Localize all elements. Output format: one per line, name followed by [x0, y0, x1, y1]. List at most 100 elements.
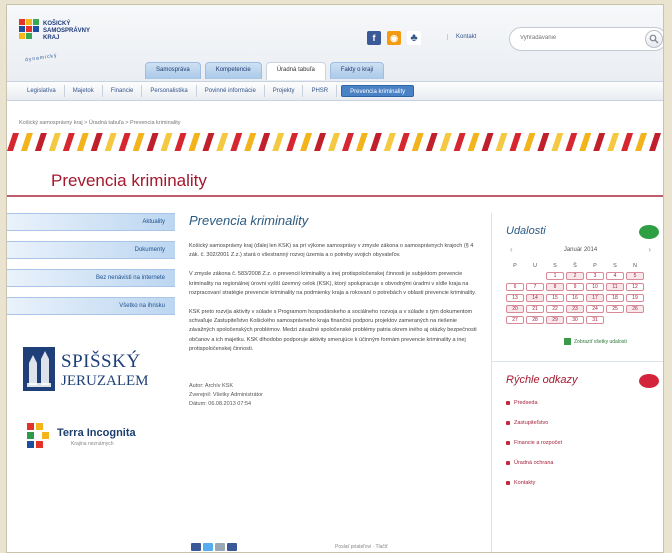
tab-samosprava[interactable]: Samospráva [145, 62, 201, 79]
calendar-header: ‹ Január 2014 › [506, 246, 655, 254]
calendar-day[interactable]: 5 [626, 272, 644, 280]
calendar-prev-icon[interactable]: ‹ [510, 246, 513, 254]
page-banner: Prevencia kriminality [7, 133, 663, 205]
subnav-phsr[interactable]: PHSR [303, 85, 338, 97]
spissky-jeruzalem-banner[interactable]: SPIŠSKÝ JERUZALEM [19, 343, 165, 395]
subnav-financie[interactable]: Financie [103, 85, 143, 97]
browser-page: KOŠICKÝ SAMOSPRÁVNY KRAJ dynamický f ◉ ♣… [6, 4, 664, 553]
calendar-day[interactable]: 2 [566, 272, 584, 280]
logo-line-1: KOŠICKÝ [43, 21, 71, 27]
calendar-day-name: N [633, 263, 637, 269]
search-box [509, 27, 663, 51]
calendar-day[interactable]: 18 [606, 294, 624, 302]
facebook-icon[interactable]: f [367, 31, 381, 45]
calendar-day[interactable]: 29 [546, 316, 564, 324]
calendar-day[interactable]: 21 [526, 305, 544, 313]
subnav-prevencia-kriminality[interactable]: Prevencia kriminality [341, 85, 415, 97]
article-paragraph: V zmysle zákona č. 583/2008 Z.z. o preve… [189, 271, 476, 296]
tab-kompetencie[interactable]: Kompetencie [204, 62, 262, 79]
main-tabs: Samospráva Kompetencie Úradná tabuľa Fak… [145, 62, 385, 80]
quick-link-zastupitelstvo[interactable]: Zastupiteľstvo [506, 420, 655, 426]
site-header: KOŠICKÝ SAMOSPRÁVNY KRAJ dynamický f ◉ ♣… [7, 5, 663, 85]
quick-link-kontakty[interactable]: Kontakty [506, 480, 655, 486]
calendar-day-name: U [533, 263, 537, 269]
article: Prevencia kriminality Košický samosprávn… [185, 213, 485, 551]
calendar-day[interactable]: 24 [586, 305, 604, 313]
sidebar-item-bez-nenavisti[interactable]: Bez nenávisti na internete [7, 269, 175, 287]
events-title: Udalosti [506, 225, 546, 237]
logo-text: KOŠICKÝ SAMOSPRÁVNY KRAJ [43, 21, 90, 42]
banner-divider [7, 195, 663, 197]
calendar-day[interactable]: 23 [566, 305, 584, 313]
calendar-day[interactable]: 19 [626, 294, 644, 302]
calendar-day[interactable]: 7 [526, 283, 544, 291]
subnav-personalistika[interactable]: Personalistika [142, 85, 197, 97]
calendar-day[interactable]: 30 [566, 316, 584, 324]
sub-navigation: Legislatíva Majetok Financie Personalist… [7, 81, 663, 101]
calendar-day-name: P [593, 263, 597, 269]
search-icon [649, 34, 659, 44]
tab-fakty-o-kraji[interactable]: Fakty o kraji [329, 62, 385, 79]
subnav-povinne-informacie[interactable]: Povinné informácie [197, 85, 265, 97]
calendar-day[interactable]: 11 [606, 283, 624, 291]
quick-link-predseda[interactable]: Predseda [506, 400, 655, 406]
calendar-day[interactable]: 16 [566, 294, 584, 302]
terra-incognita-subtitle: Krajina neznámych [71, 441, 114, 447]
facebook-share-icon[interactable] [191, 543, 201, 551]
sidebar-item-dokumenty[interactable]: Dokumenty [7, 241, 175, 259]
ksk-logo[interactable]: KOŠICKÝ SAMOSPRÁVNY KRAJ dynamický [19, 19, 129, 71]
terra-incognita-text: Terra Incognita [57, 427, 136, 439]
contact-link[interactable]: Kontakt [447, 34, 476, 40]
article-paragraph: Košický samosprávny kraj (ďalej len KSK)… [189, 243, 474, 259]
subnav-legislativa[interactable]: Legislatíva [19, 85, 65, 97]
calendar-day[interactable]: 31 [586, 316, 604, 324]
events-widget: Udalosti ‹ Január 2014 › PUSŠPSN12345678… [492, 213, 663, 345]
calendar-day[interactable]: 27 [506, 316, 524, 324]
page-title: Prevencia kriminality [51, 171, 207, 190]
calendar-day[interactable]: 15 [546, 294, 564, 302]
quick-link-uradna-ochrana[interactable]: Úradná ochrana [506, 460, 655, 466]
sidebar-item-aktuality[interactable]: Aktuality [7, 213, 175, 231]
calendar-day[interactable]: 3 [586, 272, 604, 280]
sidebar-item-vsetko-na-ihrisku[interactable]: Všetko na ihrisku [7, 297, 175, 315]
article-title: Prevencia kriminality [189, 213, 309, 228]
calendar-day[interactable]: 28 [526, 316, 544, 324]
calendar-day[interactable]: 14 [526, 294, 544, 302]
share-icon[interactable] [227, 543, 237, 551]
subnav-majetok[interactable]: Majetok [65, 85, 103, 97]
rss-icon[interactable]: ◉ [387, 31, 401, 45]
calendar-day [526, 272, 544, 280]
share-actions[interactable]: Poslať priateľovi · Tlačiť [335, 544, 388, 550]
right-sidebar: Udalosti ‹ Január 2014 › PUSŠPSN12345678… [491, 213, 663, 552]
logo-line-2: SAMOSPRÁVNY [43, 28, 91, 34]
calendar-day[interactable]: 10 [586, 283, 604, 291]
top-icon-bar: f ◉ ♣ [367, 31, 421, 45]
calendar-day[interactable]: 12 [626, 283, 644, 291]
tab-uradna-tabula[interactable]: Úradná tabuľa [265, 62, 326, 80]
calendar-day[interactable]: 4 [606, 272, 624, 280]
article-date: Dátum: 06.08.2013 07:54 [189, 401, 252, 408]
calendar-day[interactable]: 9 [566, 283, 584, 291]
terra-incognita-banner[interactable]: Terra Incognita Krajina neznámych [25, 419, 165, 457]
calendar-day[interactable]: 25 [606, 305, 624, 313]
calendar-day[interactable]: 13 [506, 294, 524, 302]
search-input[interactable] [520, 35, 638, 41]
article-meta: Autor: Archív KSK Zverejnil: Všetky Admi… [189, 382, 485, 409]
calendar-day[interactable]: 1 [546, 272, 564, 280]
calendar-day[interactable]: 22 [546, 305, 564, 313]
breadcrumb: Košický samosprávny kraj > Úradná tabuľa… [19, 120, 181, 126]
calendar-day[interactable]: 20 [506, 305, 524, 313]
all-events-link[interactable]: Zobraziť všetky udalosti [506, 338, 655, 345]
quick-link-financie[interactable]: Financie a rozpočet [506, 440, 655, 446]
google-share-icon[interactable] [215, 543, 225, 551]
search-button[interactable] [645, 30, 663, 48]
calendar-day[interactable]: 26 [626, 305, 644, 313]
calendar-day[interactable]: 6 [506, 283, 524, 291]
subnav-projekty[interactable]: Projekty [265, 85, 304, 97]
sitemap-icon[interactable]: ♣ [407, 31, 421, 45]
calendar-day[interactable]: 8 [546, 283, 564, 291]
calendar-day[interactable]: 17 [586, 294, 604, 302]
calendar-next-icon[interactable]: › [648, 246, 651, 254]
twitter-share-icon[interactable] [203, 543, 213, 551]
terra-incognita-logo-icon [27, 423, 49, 448]
